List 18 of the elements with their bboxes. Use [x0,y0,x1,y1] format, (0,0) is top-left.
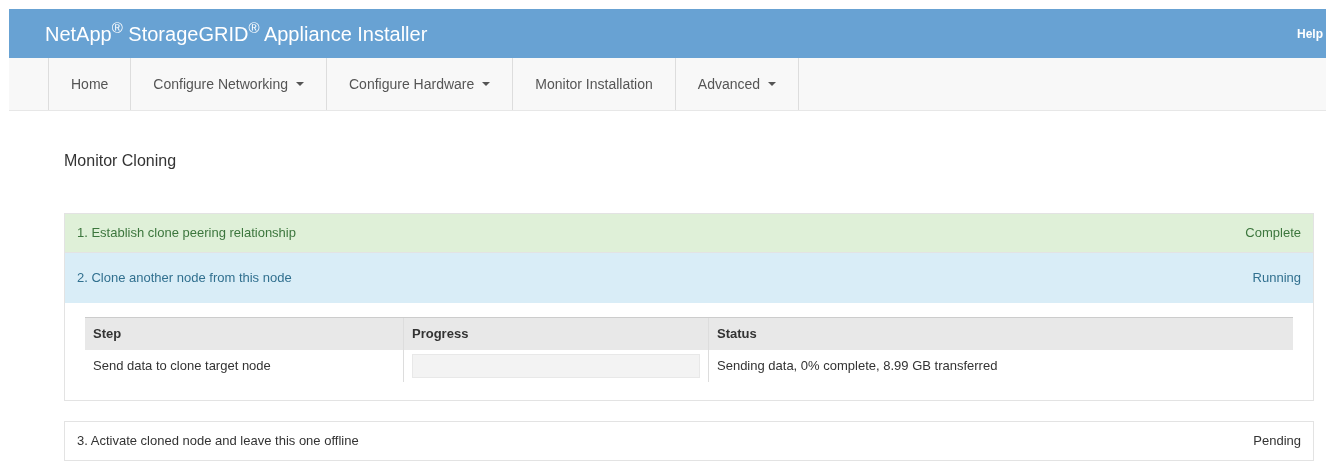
step-status: Pending [1253,431,1301,450]
step-status: Complete [1245,224,1301,243]
step-title: 2. Clone another node from this node [77,269,292,288]
step-title: 1. Establish clone peering relationship [77,224,296,243]
nav-item[interactable]: Configure Hardware [326,58,513,110]
column-header: Status [708,318,1293,350]
nav-item[interactable]: Advanced [674,58,800,110]
table-cell: Sending data, 0% complete, 8.99 GB transferred [708,349,1293,382]
step-title: 3. Activate cloned node and leave this one offline [77,431,359,450]
nav-item[interactable]: Home [48,58,131,110]
page-title: Monitor Cloning [64,151,178,171]
table-cell-text: Send data to clone target node [92,356,272,375]
column-header: Step [85,318,403,350]
app-title: NetApp$^{®}$ StorageGRID$^{®}$ Appliance Installer [45,18,428,47]
step-status: Running [1252,269,1301,288]
nav-item[interactable]: Monitor Installation [512,58,675,110]
nav-item[interactable]: Configure Networking [130,58,326,110]
column-header: Progress [403,318,708,350]
